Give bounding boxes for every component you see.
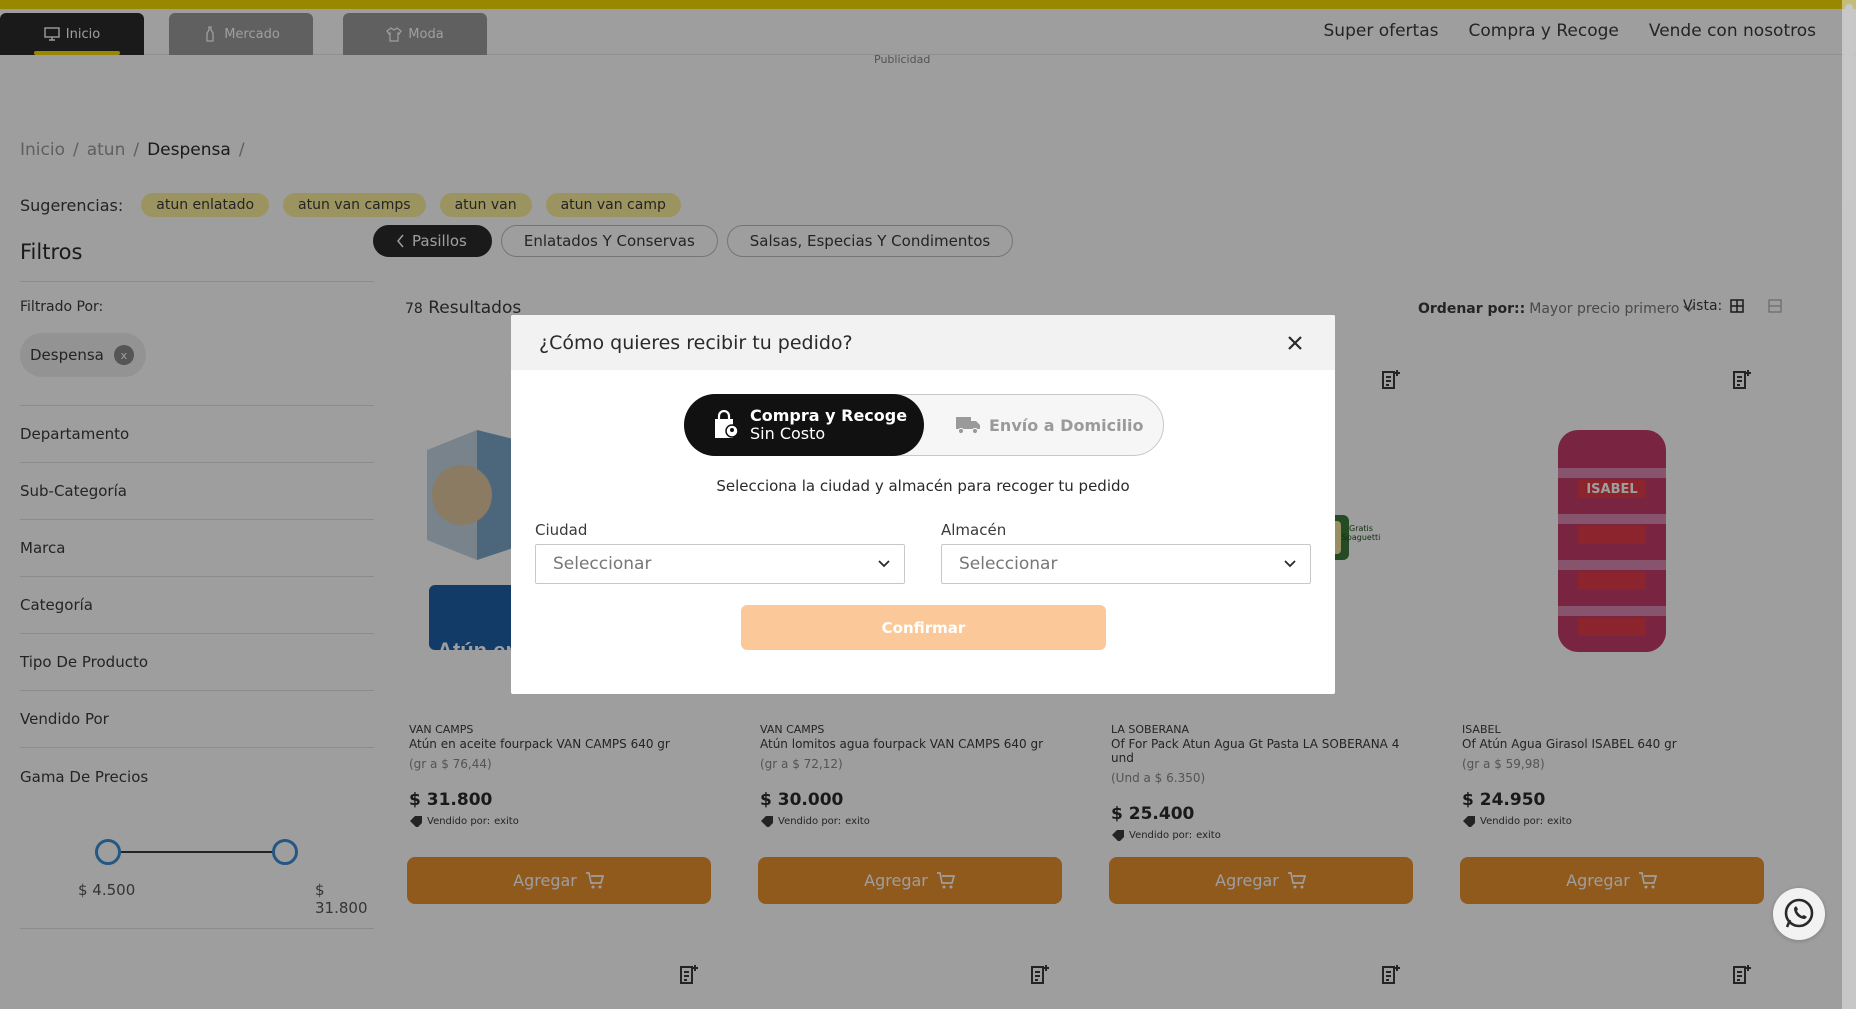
store-select-value: Seleccionar (959, 554, 1058, 574)
option-active-title: Compra y Recoge (750, 406, 908, 425)
option-active-subtitle: Sin Costo (750, 424, 826, 443)
modal-header: ¿Cómo quieres recibir tu pedido? (511, 315, 1335, 370)
modal-instruction: Selecciona la ciudad y almacén para reco… (716, 477, 1130, 495)
option-compra-y-recoge[interactable]: Compra y Recoge Sin Costo (684, 394, 924, 456)
store-label: Almacén (941, 521, 1007, 539)
page: Inicio Mercado Moda Super ofertas Compra… (0, 0, 1856, 1009)
page-scrollbar[interactable] (1842, 0, 1856, 1009)
whatsapp-button[interactable] (1773, 888, 1825, 940)
whatsapp-icon (1784, 898, 1814, 928)
delivery-method-modal: ¿Cómo quieres recibir tu pedido? Compra … (511, 315, 1335, 694)
confirm-button[interactable]: Confirmar (741, 605, 1106, 650)
store-select[interactable]: Seleccionar (941, 544, 1311, 584)
option-active-text: Compra y Recoge Sin Costo (750, 407, 907, 443)
city-label: Ciudad (535, 521, 588, 539)
scrollbar-thumb[interactable] (1845, 4, 1853, 204)
option-envio-a-domicilio[interactable]: Envío a Domicilio (955, 395, 1144, 455)
city-select[interactable]: Seleccionar (535, 544, 905, 584)
delivery-truck-icon (956, 417, 980, 435)
chevron-down-icon (878, 560, 890, 568)
close-button[interactable] (1283, 331, 1307, 355)
delivery-method-toggle: Compra y Recoge Sin Costo Envío a Domici… (684, 394, 1164, 456)
city-select-value: Seleccionar (553, 554, 652, 574)
close-icon (1288, 335, 1302, 350)
modal-title: ¿Cómo quieres recibir tu pedido? (539, 331, 853, 354)
store-pickup-icon (715, 410, 739, 438)
chevron-down-icon (1284, 560, 1296, 568)
option-inactive-label: Envío a Domicilio (989, 415, 1144, 435)
